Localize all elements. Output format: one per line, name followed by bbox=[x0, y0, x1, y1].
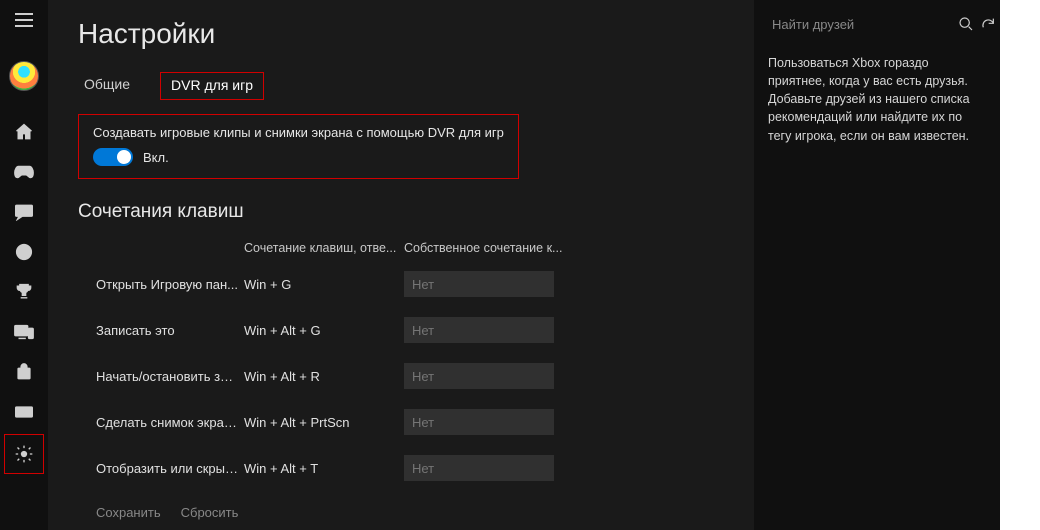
shortcut-headers: Сочетание клавиш, отве... Собственное со… bbox=[78, 241, 730, 255]
trophy-icon bbox=[14, 282, 34, 302]
shortcut-row: Отобразить или скрыт... Win + Alt + T bbox=[78, 455, 730, 481]
shortcut-custom-input[interactable] bbox=[404, 363, 554, 389]
shortcut-name: Сделать снимок экрана bbox=[96, 415, 244, 430]
dvr-toggle-state: Вкл. bbox=[143, 150, 169, 165]
home-icon bbox=[14, 122, 34, 142]
shortcut-default: Win + Alt + G bbox=[244, 323, 404, 338]
app-window: Настройки Общие DVR для игр Создавать иг… bbox=[0, 0, 1000, 530]
main-content: Настройки Общие DVR для игр Создавать иг… bbox=[48, 0, 754, 530]
shortcut-row: Записать это Win + Alt + G bbox=[78, 317, 730, 343]
community-button[interactable] bbox=[0, 232, 48, 272]
header-custom: Собственное сочетание к... bbox=[404, 241, 564, 255]
chat-icon bbox=[14, 203, 34, 221]
reset-button[interactable]: Сбросить bbox=[181, 505, 239, 520]
friends-search-row bbox=[768, 10, 988, 38]
shortcut-default: Win + Alt + R bbox=[244, 369, 404, 384]
store-button[interactable] bbox=[0, 352, 48, 392]
header-default: Сочетание клавиш, отве... bbox=[244, 241, 404, 255]
save-button[interactable]: Сохранить bbox=[96, 505, 161, 520]
devices-icon bbox=[13, 323, 35, 341]
shortcut-default: Win + G bbox=[244, 277, 404, 292]
settings-icon bbox=[14, 444, 34, 464]
devices-button[interactable] bbox=[0, 312, 48, 352]
tab-dvr[interactable]: DVR для игр bbox=[160, 72, 264, 100]
tab-general[interactable]: Общие bbox=[78, 72, 136, 100]
achievements-button[interactable] bbox=[0, 272, 48, 312]
settings-highlight bbox=[4, 434, 44, 474]
shortcut-row: Сделать снимок экрана Win + Alt + PrtScn bbox=[78, 409, 730, 435]
shortcuts-section-title: Сочетания клавиш bbox=[78, 201, 730, 223]
settings-button[interactable] bbox=[5, 435, 43, 473]
dvr-toggle[interactable] bbox=[93, 148, 133, 166]
toggle-knob bbox=[117, 150, 131, 164]
shortcut-row: Открыть Игровую пан... Win + G bbox=[78, 271, 730, 297]
search-button[interactable] bbox=[958, 10, 974, 38]
tabs-bar: Общие DVR для игр bbox=[78, 72, 730, 100]
controller-icon bbox=[13, 164, 35, 180]
shortcut-name: Отобразить или скрыт... bbox=[96, 461, 244, 476]
connect-button[interactable] bbox=[0, 392, 48, 432]
friends-empty-text: Пользоваться Xbox гораздо приятнее, когд… bbox=[768, 54, 988, 145]
refresh-icon bbox=[980, 16, 996, 32]
friends-search-input[interactable] bbox=[768, 10, 952, 38]
search-icon bbox=[958, 16, 974, 32]
connect-icon bbox=[14, 404, 34, 420]
shortcut-custom-input[interactable] bbox=[404, 409, 554, 435]
avatar-button[interactable] bbox=[0, 52, 48, 100]
dvr-toggle-section: Создавать игровые клипы и снимки экрана … bbox=[78, 114, 519, 179]
shortcut-row: Начать/остановить зап... Win + Alt + R bbox=[78, 363, 730, 389]
store-icon bbox=[15, 363, 33, 381]
shortcut-default: Win + Alt + T bbox=[244, 461, 404, 476]
menu-button[interactable] bbox=[0, 0, 48, 40]
avatar bbox=[9, 61, 39, 91]
shortcut-default: Win + Alt + PrtScn bbox=[244, 415, 404, 430]
shortcut-name: Записать это bbox=[96, 323, 244, 338]
shortcut-custom-input[interactable] bbox=[404, 271, 554, 297]
shortcut-custom-input[interactable] bbox=[404, 455, 554, 481]
friends-panel: Пользоваться Xbox гораздо приятнее, когд… bbox=[754, 0, 1000, 530]
dvr-toggle-label: Создавать игровые клипы и снимки экрана … bbox=[93, 125, 504, 140]
games-button[interactable] bbox=[0, 152, 48, 192]
chat-button[interactable] bbox=[0, 192, 48, 232]
refresh-button[interactable] bbox=[980, 10, 996, 38]
globe-icon bbox=[14, 242, 34, 262]
shortcut-name: Открыть Игровую пан... bbox=[96, 277, 244, 292]
shortcut-name: Начать/остановить зап... bbox=[96, 369, 244, 384]
sidebar bbox=[0, 0, 48, 530]
home-button[interactable] bbox=[0, 112, 48, 152]
menu-icon bbox=[15, 13, 33, 27]
footer-buttons: Сохранить Сбросить bbox=[78, 505, 730, 520]
page-title: Настройки bbox=[78, 18, 730, 50]
shortcut-custom-input[interactable] bbox=[404, 317, 554, 343]
